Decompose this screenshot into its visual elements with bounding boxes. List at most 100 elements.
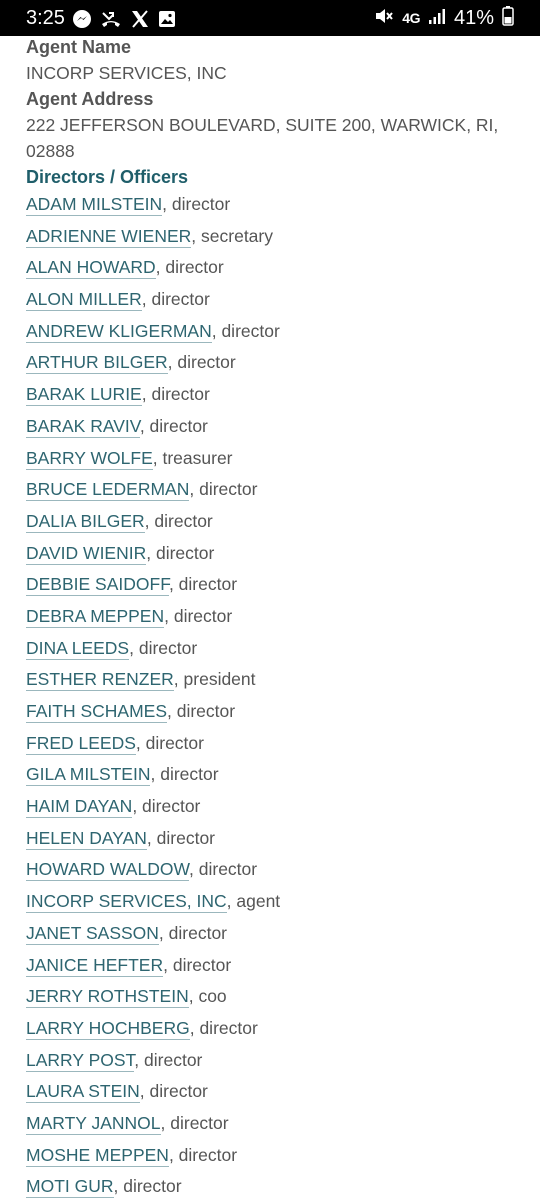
network-4g-icon: 4G [402, 10, 420, 26]
list-item: DEBBIE SAIDOFF, director [26, 570, 526, 602]
officer-role: , director [139, 1081, 208, 1102]
list-item: MOTI GUR, director [26, 1172, 526, 1204]
list-item: MOSHE MEPPEN, director [26, 1141, 526, 1173]
officer-name-link[interactable]: BARAK LURIE [26, 384, 142, 407]
missed-call-icon [100, 9, 122, 29]
agent-name-value: INCORP SERVICES, INC [26, 63, 227, 83]
list-item: DAVID WIENIR, director [26, 539, 526, 571]
messenger-icon [72, 9, 92, 29]
agent-name-label: Agent Name [26, 37, 132, 57]
list-item: JANICE HEFTER, director [26, 951, 526, 983]
officer-name-link[interactable]: MOTI GUR [26, 1176, 114, 1199]
officer-role: , secretary [191, 225, 273, 246]
battery-icon [502, 5, 514, 31]
officer-name-link[interactable]: LAURA STEIN [26, 1081, 140, 1104]
officer-name-link[interactable]: JERRY ROTHSTEIN [26, 986, 189, 1009]
status-bar: 3:25 4G 41% [0, 0, 540, 36]
list-item: MARTY JANNOL, director [26, 1109, 526, 1141]
officer-name-link[interactable]: ALON MILLER [26, 289, 142, 312]
list-item: DALIA BILGER, director [26, 507, 526, 539]
list-item: HELEN DAYAN, director [26, 824, 526, 856]
officer-name-link[interactable]: INCORP SERVICES, INC [26, 891, 227, 914]
officer-role: , director [168, 574, 238, 595]
list-item: BARAK LURIE, director [26, 380, 526, 412]
officer-name-link[interactable]: ALAN HOWARD [26, 257, 156, 280]
officer-name-link[interactable]: ESTHER RENZER [26, 669, 174, 692]
officer-role: , director [144, 510, 213, 531]
officer-name-link[interactable]: DEBBIE SAIDOFF [26, 574, 169, 597]
officer-role: , director [150, 764, 219, 785]
officer-role: , director [164, 605, 233, 626]
image-icon [158, 10, 176, 28]
officer-role: , director [160, 1112, 229, 1133]
officer-name-link[interactable]: DALIA BILGER [26, 510, 145, 533]
officer-name-link[interactable]: DINA LEEDS [26, 637, 130, 660]
list-item: ESTHER RENZER, president [26, 665, 526, 697]
officer-role: , director [134, 1049, 203, 1070]
officer-name-link[interactable]: BRUCE LEDERMAN [26, 479, 190, 502]
officer-name-link[interactable]: HOWARD WALDOW [26, 859, 190, 882]
notification-icons [72, 8, 176, 30]
officer-name-link[interactable]: HAIM DAYAN [26, 796, 133, 819]
officer-role: , director [141, 289, 210, 310]
officer-name-link[interactable]: ADAM MILSTEIN [26, 194, 163, 216]
status-time: 3:25 [26, 7, 65, 29]
agent-address-line1: 222 JEFFERSON BOULEVARD, SUITE 200, WARW… [26, 115, 499, 135]
officer-role: , director [163, 954, 232, 975]
directors-list: ADAM MILSTEIN, director ADRIENNE WIENER, … [26, 190, 526, 1204]
officer-role: , agent [226, 891, 281, 912]
officer-name-link[interactable]: LARRY POST [26, 1049, 135, 1072]
officer-name-link[interactable]: JANICE HEFTER [26, 954, 164, 977]
officer-role: , director [132, 796, 201, 817]
officer-name-link[interactable]: HELEN DAYAN [26, 827, 147, 850]
list-item: ADRIENNE WIENER, secretary [26, 222, 526, 254]
officer-role: , director [155, 257, 224, 278]
list-item: INCORP SERVICES, INC, agent [26, 887, 526, 919]
officer-name-link[interactable]: FAITH SCHAMES [26, 701, 167, 723]
officer-name-link[interactable]: ANDREW KLIGERMAN [26, 320, 212, 343]
officer-name-link[interactable]: GILA MILSTEIN [26, 764, 151, 787]
battery-percent: 41% [453, 7, 494, 29]
officer-role: , treasurer [152, 447, 233, 468]
list-item: HAIM DAYAN, director [26, 792, 526, 824]
officer-name-link[interactable]: DAVID WIENIR [26, 542, 147, 565]
officer-name-link[interactable]: MOSHE MEPPEN [26, 1144, 169, 1167]
entity-details: Agent Name INCORP SERVICES, INC Agent Ad… [26, 34, 526, 1204]
officer-role: , director [189, 1017, 258, 1038]
list-item: JANET SASSON, director [26, 919, 526, 951]
list-item: HOWARD WALDOW, director [26, 855, 526, 887]
officer-name-link[interactable]: ARTHUR BILGER [26, 352, 168, 375]
list-item: ANDREW KLIGERMAN, director [26, 317, 526, 349]
officer-name-link[interactable]: ADRIENNE WIENER [26, 225, 192, 248]
officer-role: , director [158, 922, 227, 943]
list-item: BARAK RAVIV, director [26, 412, 526, 444]
list-item: JERRY ROTHSTEIN, coo [26, 982, 526, 1014]
officer-name-link[interactable]: BARAK RAVIV [26, 415, 140, 438]
officer-name-link[interactable]: DEBRA MEPPEN [26, 605, 165, 628]
officer-name-link[interactable]: BARRY WOLFE [26, 447, 153, 470]
x-icon [130, 9, 150, 29]
officer-role: , director [168, 1144, 238, 1165]
list-item: FAITH SCHAMES, director [26, 697, 526, 729]
directors-heading: Directors / Officers [26, 167, 189, 187]
officer-role: , director [113, 1176, 182, 1197]
list-item: ALAN HOWARD, director [26, 253, 526, 285]
officer-name-link[interactable]: FRED LEEDS [26, 732, 136, 755]
officer-name-link[interactable]: LARRY HOCHBERG [26, 1017, 190, 1040]
list-item: ALON MILLER, director [26, 285, 526, 317]
officer-role: , director [189, 859, 258, 880]
officer-name-link[interactable]: MARTY JANNOL [26, 1112, 161, 1135]
list-item: LAURA STEIN, director [26, 1077, 526, 1109]
list-item: ARTHUR BILGER, director [26, 348, 526, 380]
list-item: DEBRA MEPPEN, director [26, 602, 526, 634]
mute-icon [374, 6, 394, 31]
officer-name-link[interactable]: JANET SASSON [26, 922, 159, 945]
officer-role: , director [139, 415, 208, 436]
agent-address-line2: 02888 [26, 141, 75, 161]
officer-role: , director [167, 352, 236, 373]
system-icons: 4G 41% [374, 5, 514, 31]
officer-role: , director [189, 479, 258, 500]
officer-role: , director [129, 637, 198, 658]
list-item: BRUCE LEDERMAN, director [26, 475, 526, 507]
list-item: DINA LEEDS, director [26, 634, 526, 666]
